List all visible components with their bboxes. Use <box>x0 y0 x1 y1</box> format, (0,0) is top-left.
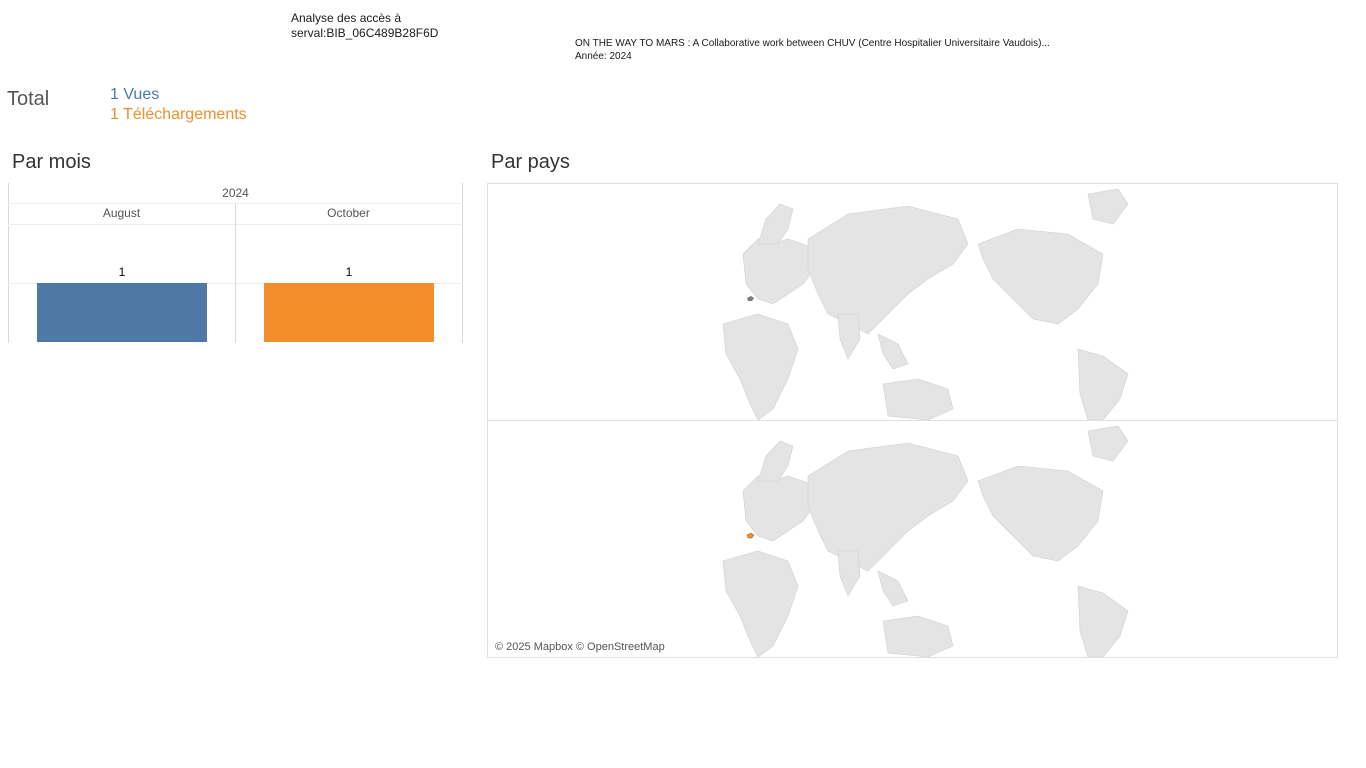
bar-october-downloads[interactable] <box>264 283 434 342</box>
document-info: ON THE WAY TO MARS : A Collaborative wor… <box>575 37 1050 63</box>
total-views[interactable]: 1 Vues <box>110 86 159 104</box>
chart-border-right <box>462 183 463 343</box>
total-downloads[interactable]: 1 Téléchargements <box>110 106 247 124</box>
bar-august-views[interactable] <box>37 283 207 342</box>
report-title: Analyse des accès à serval:BIB_06C489B28… <box>291 11 438 41</box>
year-filter-label: Année: 2024 <box>575 51 632 62</box>
switzerland-highlight[interactable] <box>747 296 754 301</box>
month-header-august: August <box>102 206 141 220</box>
bar-value-label-august: 1 <box>118 265 126 279</box>
year-header: 2024 <box>222 186 249 200</box>
total-label: Total <box>7 88 50 110</box>
report-title-line1: Analyse des accès à <box>291 11 402 25</box>
column-divider <box>235 203 236 343</box>
world-map-downloads <box>722 425 1129 658</box>
report-title-line2: serval:BIB_06C489B28F6D <box>291 26 439 40</box>
world-landmass <box>722 425 1129 658</box>
monthly-bar-chart: 2024 August October 1 1 <box>8 183 463 343</box>
views-map[interactable] <box>488 184 1337 421</box>
bar-value-label-october: 1 <box>345 265 353 279</box>
month-header-october: October <box>327 206 370 220</box>
document-title: ON THE WAY TO MARS : A Collaborative wor… <box>575 38 1050 49</box>
downloads-map[interactable]: © 2025 Mapbox © OpenStreetMap <box>488 421 1337 658</box>
country-map-panel: © 2025 Mapbox © OpenStreetMap <box>487 183 1338 658</box>
world-map-views <box>722 188 1129 421</box>
world-landmass <box>722 188 1129 421</box>
map-attribution[interactable]: © 2025 Mapbox © OpenStreetMap <box>495 641 665 653</box>
switzerland-highlight[interactable] <box>746 532 755 539</box>
monthly-section-title: Par mois <box>12 151 91 173</box>
country-section-title: Par pays <box>491 151 570 173</box>
